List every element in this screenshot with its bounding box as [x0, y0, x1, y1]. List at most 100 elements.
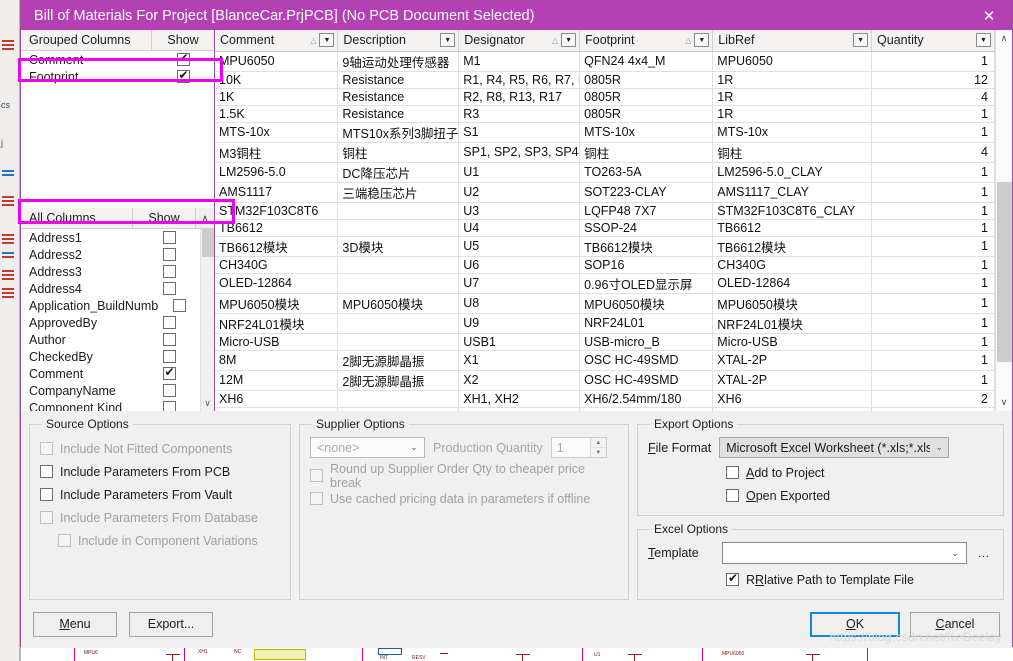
table-row[interactable]: Micro-USB USB1 USB-micro_B Micro-USB 1 — [215, 333, 995, 351]
all-column-row[interactable]: Application_BuildNumb — [21, 297, 200, 314]
bom-grid-scrollbar[interactable]: ∧ ∨ — [995, 30, 1012, 411]
export-button[interactable]: EExport... — [129, 611, 213, 637]
all-column-row[interactable]: Comment — [21, 365, 200, 382]
source-option-row[interactable]: Include Parameters From PCB — [40, 460, 280, 483]
all-column-row[interactable]: CompanyName — [21, 382, 200, 399]
file-format-select[interactable]: Microsoft Excel Worksheet (*.xls;*.xlsx;… — [719, 437, 950, 458]
all-columns-scrollbar[interactable]: ∨ — [200, 229, 214, 411]
all-column-checkbox[interactable] — [172, 299, 186, 312]
bom-grid[interactable]: Comment △ ▼ Description ▼ Designator △ ▼ Footpri… — [215, 30, 995, 411]
filter-dropdown-icon[interactable]: ▼ — [853, 33, 869, 48]
close-icon[interactable]: ✕ — [966, 1, 1012, 30]
all-column-checkbox[interactable] — [162, 316, 176, 329]
all-column-checkbox-cell[interactable] — [138, 384, 200, 397]
table-row[interactable]: 10KResistanceR1, R4, R5, R6, R7, R9, R08… — [215, 71, 995, 89]
all-column-checkbox-cell[interactable] — [138, 350, 200, 363]
sort-ascending-icon[interactable]: △ — [682, 36, 694, 45]
chevron-down-icon[interactable]: ∨ — [204, 396, 211, 411]
bom-column-header[interactable]: Comment △ ▼ — [215, 30, 339, 52]
table-row[interactable]: OLED-12864 U7 0.96寸OLED显示屏 OLED-12864 1 — [215, 273, 995, 294]
chevron-down-icon[interactable]: ∨ — [996, 394, 1013, 411]
stepper-down-icon[interactable]: ▼ — [590, 448, 606, 457]
all-column-checkbox[interactable] — [162, 365, 176, 380]
table-row[interactable]: MTS-10x MTS10x系列3脚扭子开 S1 MTS-10x MTS-10x 1 — [215, 122, 995, 143]
table-row[interactable]: NRF24L01模块 U9 NRF24L01 NRF24L01模块 1 — [215, 313, 995, 334]
all-column-checkbox-cell[interactable] — [138, 248, 200, 261]
all-column-row[interactable]: Address2 — [21, 246, 200, 263]
all-column-checkbox[interactable] — [162, 350, 176, 363]
scrollbar-thumb[interactable] — [201, 229, 214, 257]
table-row[interactable]: STM32F103C8T6 U3 LQFP48 7X7 STM32F103C8T6_C… — [215, 202, 995, 220]
supplier-select[interactable]: <none> ⌄ — [310, 437, 425, 458]
bom-column-header[interactable]: Footprint △ ▼ — [579, 30, 714, 52]
table-row[interactable]: 线性CCD XH3XH5/2.54mm/180XH51 — [215, 407, 995, 411]
export-option-row[interactable]: Open Exported — [726, 484, 993, 507]
all-columns-header-show[interactable]: Show — [133, 211, 195, 225]
all-column-row[interactable]: Component Kind — [21, 399, 200, 411]
all-column-checkbox-cell[interactable] — [138, 333, 200, 346]
stepper-up-icon[interactable]: ▲ — [590, 438, 606, 448]
table-row[interactable]: 1K Resistance R2, R8, R13, R17 0805R 1R 4 — [215, 88, 995, 106]
chevron-down-icon[interactable]: ⌄ — [944, 548, 966, 559]
all-column-row[interactable]: Address3 — [21, 263, 200, 280]
filter-dropdown-icon[interactable]: ▼ — [561, 33, 577, 48]
chevron-up-icon[interactable]: ∧ — [195, 208, 214, 228]
all-column-checkbox[interactable] — [162, 384, 176, 397]
filter-dropdown-icon[interactable]: ▼ — [694, 33, 710, 48]
scrollbar-track[interactable] — [996, 47, 1012, 394]
template-input[interactable]: ⌄ — [722, 542, 967, 564]
export-option-row[interactable]: Add to Project — [726, 461, 993, 484]
bom-column-header[interactable]: Description ▼ — [337, 30, 460, 52]
cancel-button[interactable]: Cancel — [910, 611, 1000, 637]
table-row[interactable]: MPU6050 9轴运动处理传感器 M1 QFN24 4x4_M MPU6050 1 — [215, 51, 995, 72]
table-row[interactable]: TB6612模块 3D模块 U5 TB6612模块 TB6612模块 1 — [215, 236, 995, 257]
table-row[interactable]: XH6 XH1, XH2 XH6/2.54mm/180 XH6 2 — [215, 390, 995, 408]
grouped-column-checkbox[interactable] — [176, 51, 190, 66]
chevron-up-icon[interactable]: ∧ — [996, 30, 1013, 47]
all-column-row[interactable]: Address1 — [21, 229, 200, 246]
export-option-checkbox[interactable] — [726, 489, 739, 502]
all-column-row[interactable]: CheckedBy — [21, 348, 200, 365]
table-row[interactable]: 8M 2脚无源脚晶振 X1 OSC HC-49SMD XTAL-2P 1 — [215, 350, 995, 371]
all-column-checkbox[interactable] — [162, 231, 176, 244]
table-row[interactable]: AMS1117 三端稳压芯片 U2 SOT223-CLAY AMS1117_CLAY 1 — [215, 182, 995, 203]
table-row[interactable]: 12M 2脚无源脚晶振 X2 OSC HC-49SMD XTAL-2P 1 — [215, 370, 995, 391]
bom-column-header[interactable]: Designator △ ▼ — [458, 30, 581, 52]
sort-ascending-icon[interactable]: △ — [549, 36, 561, 45]
all-column-checkbox-cell[interactable] — [158, 299, 200, 312]
all-column-row[interactable]: ApprovedBy — [21, 314, 200, 331]
grouped-columns-list[interactable]: Comment Footprint — [21, 51, 214, 208]
scrollbar-thumb[interactable] — [996, 182, 1012, 362]
table-row[interactable]: M3铜柱 铜柱 SP1, SP2, SP3, SP4 铜柱 铜柱 4 — [215, 142, 995, 163]
sort-ascending-icon[interactable]: △ — [307, 36, 319, 45]
grouped-column-row[interactable]: Comment — [21, 51, 214, 68]
all-column-checkbox[interactable] — [162, 333, 176, 346]
export-option-checkbox[interactable] — [726, 466, 739, 479]
table-row[interactable]: CH340G U6 SOP16 CH340G 1 — [215, 256, 995, 274]
all-column-checkbox[interactable] — [162, 401, 176, 411]
all-column-checkbox[interactable] — [162, 248, 176, 261]
bom-column-header[interactable]: Quantity ▼ — [871, 30, 995, 52]
filter-dropdown-icon[interactable]: ▼ — [319, 33, 335, 48]
all-column-checkbox-cell[interactable] — [138, 265, 200, 278]
source-option-checkbox[interactable] — [40, 488, 53, 501]
menu-button[interactable]: Menu — [33, 611, 117, 637]
all-columns-list[interactable]: Address1 Address2 Address3 Address4 Applicat… — [21, 229, 200, 411]
all-column-checkbox-cell[interactable] — [138, 401, 200, 411]
stepper-buttons[interactable]: ▲ ▼ — [589, 438, 606, 457]
grouped-columns-header-show[interactable]: Show — [152, 33, 214, 47]
all-column-checkbox[interactable] — [162, 265, 176, 278]
all-column-checkbox[interactable] — [162, 282, 176, 295]
grouped-column-row[interactable]: Footprint — [21, 68, 214, 85]
table-row[interactable]: LM2596-5.0 DC降压芯片 U1 TO263-5A LM2596-5.0_CLA… — [215, 162, 995, 183]
production-quantity-stepper[interactable]: 1 ▲ ▼ — [550, 437, 607, 458]
browse-template-button[interactable]: … — [975, 546, 993, 560]
table-row[interactable]: TB6612 U4 SSOP-24 TB6612 1 — [215, 219, 995, 237]
table-row[interactable]: MPU6050模块 MPU6050模块 U8 MPU6050模块 MPU6050模块 1 — [215, 293, 995, 314]
filter-dropdown-icon[interactable]: ▼ — [440, 33, 456, 48]
ok-button[interactable]: OK — [810, 611, 900, 637]
all-column-checkbox-cell[interactable] — [138, 365, 200, 380]
relative-path-checkbox[interactable] — [726, 571, 739, 586]
all-column-checkbox-cell[interactable] — [138, 231, 200, 244]
source-option-checkbox[interactable] — [40, 465, 53, 478]
